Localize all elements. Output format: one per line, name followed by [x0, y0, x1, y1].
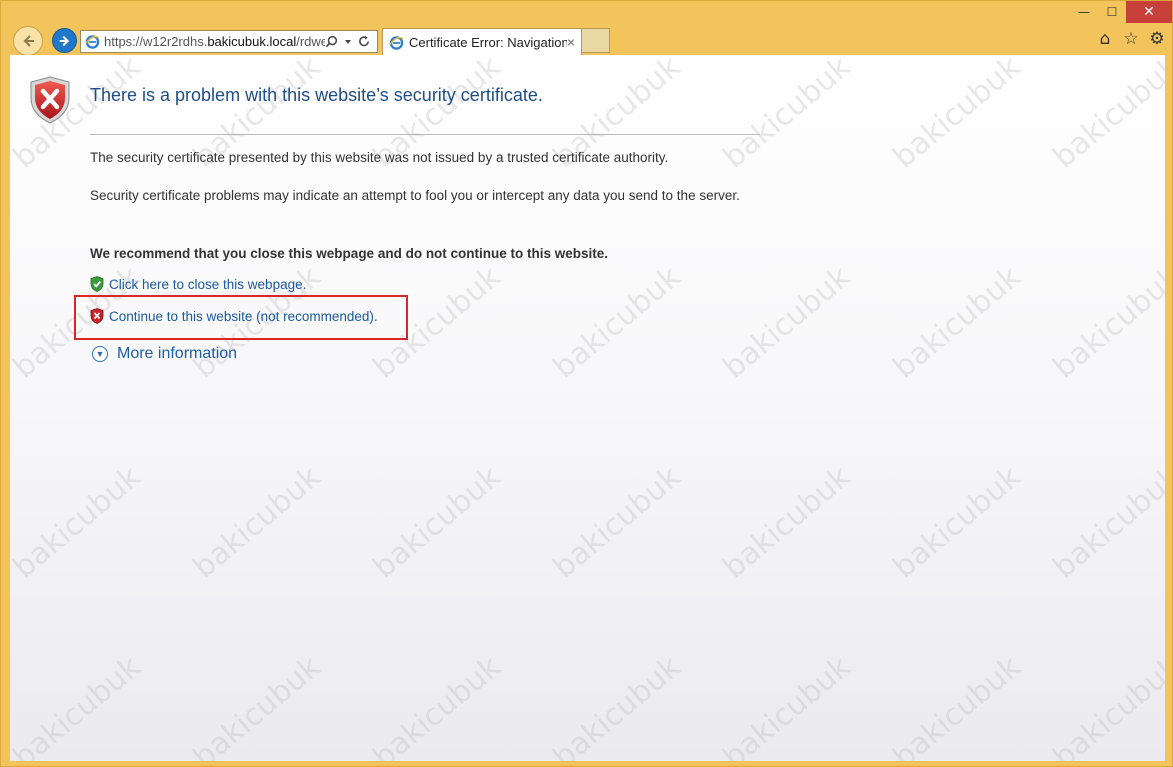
- explanation-text: The security certificate presented by th…: [90, 150, 669, 165]
- home-icon[interactable]: ⌂: [1096, 29, 1114, 49]
- watermark: bakicubuk: [1046, 459, 1165, 586]
- chevron-down-icon[interactable]: [344, 38, 352, 46]
- url-prefix: https://w12r2rdhs.: [104, 34, 208, 49]
- refresh-icon[interactable]: [358, 35, 371, 48]
- maximize-button[interactable]: ☐: [1098, 1, 1126, 23]
- highlight-annotation-box: [74, 295, 408, 340]
- watermark: bakicubuk: [886, 55, 1028, 176]
- toolbar-icons: ⌂ ☆ ⚙: [1096, 29, 1166, 49]
- shield-error-icon: [30, 76, 70, 124]
- more-information-toggle[interactable]: ▼ More information: [92, 345, 237, 363]
- arrow-left-icon: [23, 35, 34, 47]
- watermark: bakicubuk: [716, 649, 858, 761]
- recommendation-text: We recommend that you close this webpage…: [90, 246, 609, 261]
- search-icon[interactable]: [325, 35, 338, 48]
- watermark: bakicubuk: [1046, 649, 1165, 761]
- forward-button[interactable]: [52, 28, 77, 53]
- tab-certificate-error[interactable]: Certificate Error: Navigation... ×: [382, 28, 582, 55]
- tab-title: Certificate Error: Navigation...: [409, 34, 567, 50]
- url-suffix: /rdweb: [296, 34, 325, 49]
- watermark: bakicubuk: [186, 649, 328, 761]
- watermark: bakicubuk: [546, 459, 688, 586]
- close-window-button[interactable]: ✕: [1126, 1, 1172, 23]
- watermark: bakicubuk: [886, 259, 1028, 386]
- watermark: bakicubuk: [186, 459, 328, 586]
- watermark: bakicubuk: [10, 649, 148, 761]
- window-controls: — ☐ ✕: [1070, 1, 1172, 23]
- watermark: bakicubuk: [10, 459, 148, 586]
- watermark: bakicubuk: [546, 259, 688, 386]
- back-button[interactable]: [13, 26, 43, 56]
- gear-icon[interactable]: ⚙: [1148, 29, 1166, 49]
- page-content: bakicubuk bakicubuk bakicubuk bakicubuk …: [10, 55, 1165, 761]
- browser-window: https://w12r2rdhs.bakicubuk.local/rdweb: [0, 0, 1173, 767]
- watermark: bakicubuk: [1046, 55, 1165, 176]
- tab-close-icon[interactable]: ×: [567, 34, 581, 50]
- ie-logo-icon: [389, 35, 404, 50]
- warning-text: Security certificate problems may indica…: [90, 188, 740, 203]
- watermark: bakicubuk: [546, 649, 688, 761]
- watermark: bakicubuk: [886, 649, 1028, 761]
- browser-toolbar: https://w12r2rdhs.bakicubuk.local/rdweb: [1, 1, 1172, 56]
- divider: [90, 134, 760, 135]
- arrow-right-icon: [59, 35, 69, 46]
- watermark: bakicubuk: [366, 459, 508, 586]
- watermark: bakicubuk: [716, 459, 858, 586]
- address-bar[interactable]: https://w12r2rdhs.bakicubuk.local/rdweb: [80, 30, 378, 53]
- page-title: There is a problem with this website’s s…: [90, 85, 543, 105]
- watermark: bakicubuk: [366, 649, 508, 761]
- address-tools: [325, 35, 377, 48]
- watermark: bakicubuk: [886, 459, 1028, 586]
- close-webpage-link-text[interactable]: Click here to close this webpage.: [109, 277, 306, 292]
- ie-logo-icon: [85, 35, 100, 49]
- watermark: bakicubuk: [1046, 259, 1165, 386]
- close-webpage-link[interactable]: Click here to close this webpage.: [90, 276, 306, 292]
- watermark: bakicubuk: [716, 259, 858, 386]
- favorites-star-icon[interactable]: ☆: [1122, 29, 1140, 49]
- url-domain: bakicubuk.local: [207, 34, 297, 49]
- shield-check-icon: [90, 276, 104, 292]
- new-tab-button[interactable]: [582, 28, 610, 53]
- url-text: https://w12r2rdhs.bakicubuk.local/rdweb: [104, 34, 325, 49]
- chevron-down-circle-icon: ▼: [92, 346, 108, 362]
- more-information-text[interactable]: More information: [117, 345, 237, 363]
- minimize-button[interactable]: —: [1070, 1, 1098, 23]
